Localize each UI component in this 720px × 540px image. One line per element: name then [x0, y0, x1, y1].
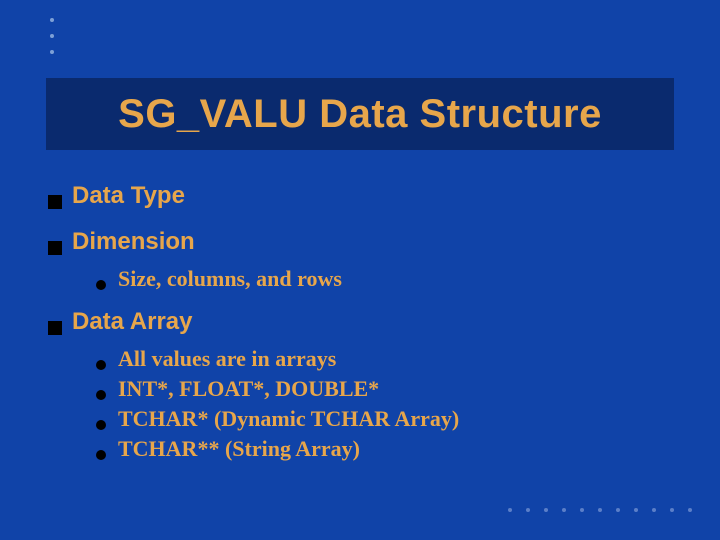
list-item: Data Type — [48, 182, 680, 210]
dot-icon — [580, 508, 584, 512]
sublist-item-label: TCHAR* (Dynamic TCHAR Array) — [118, 406, 459, 432]
list-item-label: Dimension — [72, 228, 195, 256]
round-bullet-icon — [96, 420, 106, 430]
dot-icon — [598, 508, 602, 512]
list-item: Data Array — [48, 308, 680, 336]
dot-icon — [616, 508, 620, 512]
sublist-item-label: Size, columns, and rows — [118, 266, 342, 292]
dot-icon — [688, 508, 692, 512]
slide-title: SG_VALU Data Structure — [118, 92, 602, 137]
dot-icon — [50, 34, 54, 38]
round-bullet-icon — [96, 390, 106, 400]
dot-icon — [508, 508, 512, 512]
dot-icon — [526, 508, 530, 512]
sublist-item-label: INT*, FLOAT*, DOUBLE* — [118, 376, 379, 402]
round-bullet-icon — [96, 280, 106, 290]
sublist: Size, columns, and rows — [96, 266, 680, 292]
square-bullet-icon — [48, 241, 62, 255]
dot-icon — [652, 508, 656, 512]
sublist-item: TCHAR* (Dynamic TCHAR Array) — [96, 406, 680, 432]
sublist-item-label: All values are in arrays — [118, 346, 336, 372]
sublist-item: All values are in arrays — [96, 346, 680, 372]
dot-icon — [544, 508, 548, 512]
dot-icon — [50, 50, 54, 54]
decorative-dots-bottom-right — [508, 508, 692, 512]
decorative-dots-top-left — [50, 18, 54, 54]
round-bullet-icon — [96, 450, 106, 460]
dot-icon — [670, 508, 674, 512]
dot-icon — [562, 508, 566, 512]
round-bullet-icon — [96, 360, 106, 370]
list-item-label: Data Array — [72, 308, 193, 336]
sublist-item: INT*, FLOAT*, DOUBLE* — [96, 376, 680, 402]
sublist: All values are in arrays INT*, FLOAT*, D… — [96, 346, 680, 462]
dot-icon — [50, 18, 54, 22]
list-item: Dimension — [48, 228, 680, 256]
sublist-item: TCHAR** (String Array) — [96, 436, 680, 462]
dot-icon — [634, 508, 638, 512]
square-bullet-icon — [48, 195, 62, 209]
square-bullet-icon — [48, 321, 62, 335]
list-item-label: Data Type — [72, 182, 185, 210]
sublist-item: Size, columns, and rows — [96, 266, 680, 292]
slide-content: Data Type Dimension Size, columns, and r… — [48, 182, 680, 478]
title-box: SG_VALU Data Structure — [46, 78, 674, 150]
sublist-item-label: TCHAR** (String Array) — [118, 436, 360, 462]
